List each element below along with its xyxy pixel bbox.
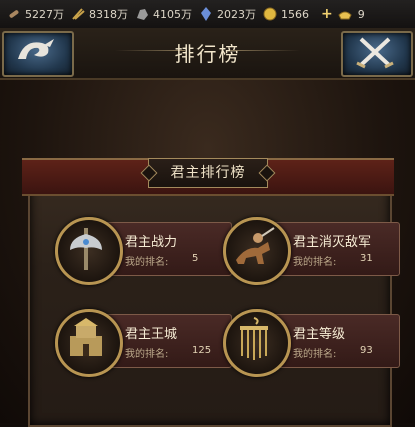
castle-icon bbox=[70, 318, 102, 356]
resource-value: 8318万 bbox=[89, 8, 128, 21]
ranking-icon-frame bbox=[55, 309, 123, 377]
food-icon bbox=[72, 8, 85, 20]
title-divider bbox=[230, 50, 300, 51]
resource-food: 8318万 bbox=[70, 6, 128, 22]
ranking-name: 君主王城 bbox=[125, 327, 178, 342]
ranking-card-kills[interactable]: 君主消灭敌军 我的排名: 31 bbox=[223, 217, 400, 285]
rank-value: 31 bbox=[360, 253, 373, 264]
resource-wood: 5227万 bbox=[6, 6, 64, 22]
ranking-card-level[interactable]: 君主等级 我的排名: 93 bbox=[223, 309, 400, 377]
ranking-icon-frame bbox=[223, 309, 291, 377]
rank-value: 125 bbox=[192, 345, 212, 356]
ranking-name: 君主战力 bbox=[125, 235, 178, 250]
ranking-card-power[interactable]: 君主战力 我的排名: 5 bbox=[55, 217, 232, 285]
gold-value: 9 bbox=[357, 7, 365, 21]
coin-icon bbox=[263, 7, 277, 21]
buy-gold-button[interactable]: + 9 bbox=[321, 6, 365, 22]
close-button[interactable] bbox=[341, 31, 413, 77]
stone-icon bbox=[137, 9, 148, 20]
rank-value: 5 bbox=[192, 253, 199, 264]
gold-ingot-icon bbox=[338, 11, 352, 20]
rank-label: 我的排名: bbox=[125, 257, 169, 268]
resource-value: 2023万 bbox=[217, 8, 256, 21]
cavalry-icon bbox=[236, 227, 275, 264]
rank-value: 93 bbox=[360, 345, 373, 356]
banner-icon bbox=[240, 317, 268, 360]
resource-value: 4105万 bbox=[153, 8, 192, 21]
panel-title: 君主排行榜 bbox=[148, 158, 268, 188]
ranking-name: 君主等级 bbox=[293, 327, 346, 342]
resource-value: 1566 bbox=[281, 7, 309, 21]
rank-label: 我的排名: bbox=[293, 349, 337, 360]
crossed-swords-icon bbox=[356, 37, 394, 69]
rank-label: 我的排名: bbox=[125, 349, 169, 360]
resource-stone: 4105万 bbox=[134, 6, 192, 22]
ranking-icon-frame bbox=[55, 217, 123, 285]
rank-label: 我的排名: bbox=[293, 257, 337, 268]
resource-crystal: 2023万 bbox=[198, 6, 256, 22]
resource-bar: 5227万 8318万 4105万 2023万 1566 + 9 bbox=[0, 0, 415, 29]
ranking-name: 君主消灭敌军 bbox=[293, 235, 372, 250]
header-bar: 排行榜 bbox=[0, 28, 415, 80]
axe-icon bbox=[70, 228, 102, 270]
ranking-card-castle[interactable]: 君主王城 我的排名: 125 bbox=[55, 309, 232, 377]
crystal-icon bbox=[201, 7, 211, 21]
ranking-panel bbox=[28, 158, 392, 427]
resource-value: 5227万 bbox=[25, 8, 64, 21]
ranking-icon-frame bbox=[223, 217, 291, 285]
resource-coin: 1566 bbox=[262, 6, 309, 22]
plus-icon: + bbox=[321, 6, 333, 22]
wood-icon bbox=[9, 10, 19, 18]
